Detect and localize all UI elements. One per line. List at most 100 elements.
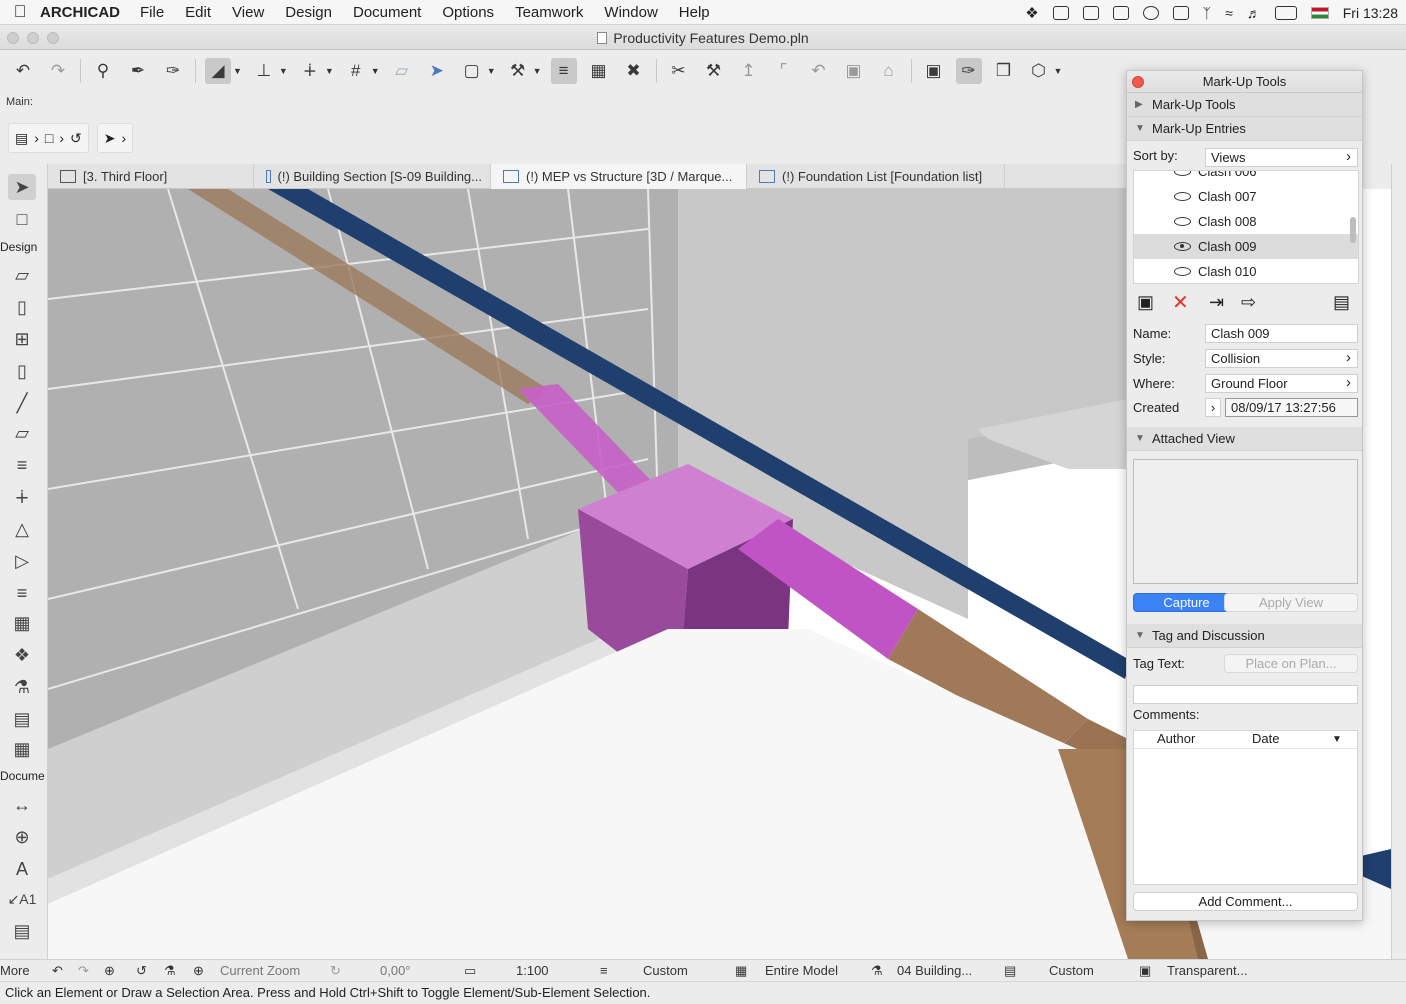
column-tool-icon[interactable]: ▯ <box>8 358 36 384</box>
volume-icon[interactable]: ♬ <box>1247 5 1261 21</box>
chevron-down-icon[interactable]: ▼ <box>371 66 380 76</box>
zoom-in-icon[interactable]: ⊕ <box>104 963 115 979</box>
mesh-tool-icon[interactable]: ▦ <box>8 736 36 762</box>
eye-closed-icon[interactable] <box>1174 192 1191 201</box>
section-markup-entries[interactable]: ▼ Mark-Up Entries <box>1127 117 1362 141</box>
section-markup-tools[interactable]: ▶ Mark-Up Tools <box>1127 93 1362 117</box>
fillet-icon[interactable]: ↶ <box>806 58 832 84</box>
morph-tool-icon[interactable]: ❖ <box>8 642 36 668</box>
object-tool-icon[interactable]: ⚗ <box>8 674 36 700</box>
shell-tool-icon[interactable]: ▷ <box>8 548 36 574</box>
arrow-tool-icon[interactable]: ➤ <box>8 174 36 200</box>
menu-view[interactable]: View <box>232 4 264 21</box>
door-tool-icon[interactable]: ▯ <box>8 294 36 320</box>
section-attached-view[interactable]: ▼ Attached View <box>1127 427 1362 451</box>
chevron-right-icon[interactable]: › <box>1205 398 1221 417</box>
window-tool-icon[interactable]: ⊞ <box>8 326 36 352</box>
chevron-down-icon[interactable]: ▼ <box>325 66 334 76</box>
layer-icon[interactable]: ▱ <box>389 58 415 84</box>
pick-up-icon[interactable]: ✒ <box>125 58 151 84</box>
menu-options[interactable]: Options <box>442 4 494 21</box>
zoom-fit-icon[interactable]: ▣ <box>921 58 947 84</box>
tag-text-input[interactable] <box>1133 685 1358 704</box>
apply-view-button[interactable]: Apply View <box>1224 593 1358 612</box>
place-on-plan-button[interactable]: Place on Plan... <box>1224 654 1358 673</box>
grid-snap-icon[interactable]: # <box>343 58 369 84</box>
security-icon[interactable] <box>1112 5 1129 20</box>
column-date[interactable]: Date <box>1252 731 1332 748</box>
list-item-selected[interactable]: Clash 009 <box>1134 234 1358 259</box>
list-item[interactable]: Clash 008 <box>1134 209 1358 234</box>
element-info-selector[interactable]: ▤ › □ › ↺ <box>8 123 89 153</box>
chevron-down-icon[interactable]: ▼ <box>279 66 288 76</box>
tab-foundation-list[interactable]: (!) Foundation List [Foundation list] <box>747 164 1005 189</box>
airplay-icon[interactable] <box>1172 5 1189 20</box>
menu-teamwork[interactable]: Teamwork <box>515 4 583 21</box>
menu-window[interactable]: Window <box>604 4 657 21</box>
level-dimension-icon[interactable]: ⊕ <box>8 824 36 850</box>
bluetooth-icon[interactable]: ᛉ <box>1203 5 1211 21</box>
beam-tool-icon[interactable]: ╱ <box>8 390 36 416</box>
chevron-down-icon[interactable]: ▼ <box>233 66 242 76</box>
slab-tool-icon[interactable]: ▱ <box>8 420 36 446</box>
style-select[interactable]: Collision <box>1205 349 1358 368</box>
frame-icon[interactable]: ▢ <box>459 58 485 84</box>
curtain-wall-tool-icon[interactable]: ▦ <box>8 610 36 636</box>
redo-icon[interactable]: ↷ <box>45 58 71 84</box>
adjust-icon[interactable]: ⚒ <box>701 58 727 84</box>
scale-select[interactable]: 1:100 <box>516 963 549 978</box>
model-filter-select[interactable]: Entire Model <box>765 963 838 978</box>
elevate-icon[interactable]: ↥ <box>736 58 762 84</box>
apple-menu-icon[interactable]:  <box>0 2 40 22</box>
menu-file[interactable]: File <box>140 4 164 21</box>
cursor-pin-icon[interactable]: ➤ <box>424 58 450 84</box>
delete-entry-icon[interactable]: ✕ <box>1172 290 1189 315</box>
wifi-icon[interactable]: ≈ <box>1225 5 1233 21</box>
list-scrollbar[interactable] <box>1350 217 1356 243</box>
offset-icon[interactable]: ▣ <box>841 58 867 84</box>
pen-set-select[interactable]: Custom <box>1049 963 1094 978</box>
input-source-flag-icon[interactable] <box>1310 6 1329 19</box>
angle-value[interactable]: 0,00° <box>380 963 411 978</box>
find-select-icon[interactable]: ⚲ <box>90 58 116 84</box>
redo-view-icon[interactable]: ↷ <box>78 963 89 979</box>
notification-icon[interactable] <box>1052 5 1069 20</box>
list-item[interactable]: Clash 007 <box>1134 184 1358 209</box>
roof-tool-icon[interactable]: △ <box>8 516 36 542</box>
trace-icon[interactable]: ≡ <box>550 58 577 84</box>
dimension-tool-icon[interactable]: ↔ <box>8 792 36 818</box>
intersect-icon[interactable]: ⌜ <box>771 58 797 84</box>
undo-icon[interactable]: ↶ <box>10 58 36 84</box>
wall-tool-icon[interactable]: ▱ <box>8 262 36 288</box>
railing-tool-icon[interactable]: ∔ <box>8 484 36 510</box>
section-tag-discussion[interactable]: ▼ Tag and Discussion <box>1127 624 1362 648</box>
stair-tool-icon[interactable]: ≡ <box>8 452 36 478</box>
arrow-tool-selector[interactable]: ➤ › <box>96 123 134 153</box>
measure-icon[interactable]: ▦ <box>586 58 612 84</box>
markup-tools-icon[interactable]: ✑ <box>955 58 982 84</box>
menu-help[interactable]: Help <box>679 4 710 21</box>
structure-display-select[interactable]: Transparent... <box>1167 963 1247 978</box>
checkmark-icon[interactable] <box>1142 5 1159 20</box>
orbit-icon[interactable]: ↺ <box>136 963 147 979</box>
snap-guides-icon[interactable]: ⊥ <box>251 58 277 84</box>
explode-icon[interactable]: ✖ <box>621 58 647 84</box>
marquee-tool-icon[interactable]: □ <box>8 206 36 232</box>
eye-closed-icon[interactable] <box>1174 171 1191 176</box>
rotate-view-icon[interactable]: ↻ <box>330 963 341 979</box>
guide-lines-icon[interactable]: ◢ <box>205 58 231 84</box>
battery-icon[interactable] <box>1274 5 1297 20</box>
explore-icon[interactable]: ⚗ <box>164 963 176 979</box>
eye-closed-icon[interactable] <box>1174 217 1191 226</box>
zone-tool-icon[interactable]: ▤ <box>8 706 36 732</box>
sort-by-select[interactable]: Views <box>1205 148 1358 167</box>
sort-down-icon[interactable]: ▼ <box>1332 731 1342 748</box>
tab-building-section[interactable]: (!) Building Section [S-09 Building... <box>254 164 491 189</box>
export-entry-icon[interactable]: ⇨ <box>1241 292 1256 313</box>
text-tool-icon[interactable]: A <box>8 856 36 882</box>
chevron-down-icon[interactable]: ▼ <box>533 66 542 76</box>
chevron-down-icon[interactable]: ▼ <box>487 66 496 76</box>
window-manager-icon[interactable] <box>1082 5 1099 20</box>
zoom-icon[interactable]: ⊕ <box>193 963 204 979</box>
add-comment-button[interactable]: Add Comment... <box>1133 892 1358 911</box>
